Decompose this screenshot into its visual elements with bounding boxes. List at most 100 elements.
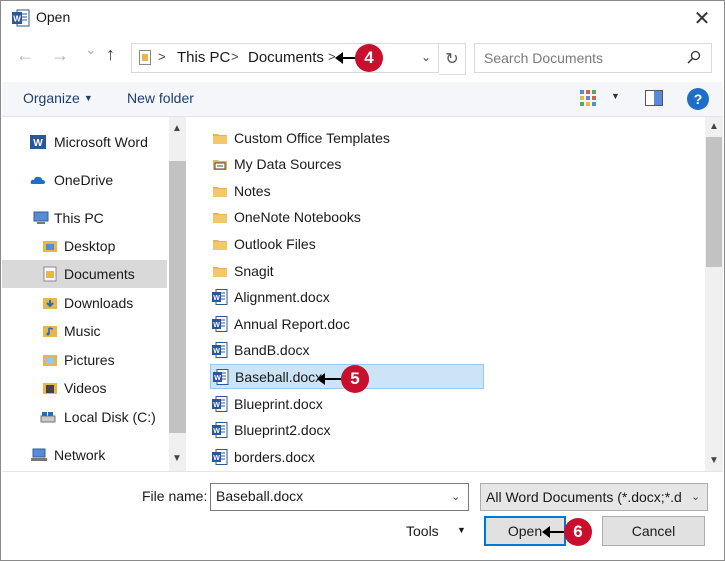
navigation-pane: W Microsoft Word OneDrive This PC Deskto… (2, 117, 186, 471)
desktop-folder-icon (43, 241, 57, 252)
breadcrumb-separator-icon: > (231, 49, 239, 64)
file-type-select[interactable]: All Word Documents (*.docx;*.d ⌄ (480, 483, 708, 511)
scrollbar-thumb[interactable] (706, 137, 722, 267)
sidebar-item-label: OneDrive (54, 172, 114, 188)
close-button[interactable]: ✕ (687, 5, 717, 31)
command-bar: Organize ▼ New folder ▼ ? (2, 82, 723, 117)
folder-icon (212, 209, 228, 225)
breadcrumb-this-pc[interactable]: This PC (177, 49, 230, 66)
sidebar-item-label: Microsoft Word (54, 134, 148, 150)
breadcrumb-documents[interactable]: Documents (248, 49, 324, 66)
refresh-button[interactable]: ↻ (439, 43, 466, 75)
sidebar-item-this-pc[interactable]: This PC (2, 204, 167, 232)
breadcrumb-separator-icon: > (158, 49, 166, 64)
sidebar-item-music[interactable]: Music (2, 317, 167, 345)
sidebar-item-desktop[interactable]: Desktop (2, 232, 167, 260)
scroll-up-icon[interactable]: ▲ (172, 123, 182, 134)
preview-pane-icon[interactable] (645, 90, 663, 106)
scroll-up-icon[interactable]: ▲ (709, 121, 719, 132)
file-row[interactable]: W Blueprint2.docx (210, 418, 484, 443)
file-name: Custom Office Templates (234, 129, 390, 146)
organize-menu[interactable]: Organize ▼ (23, 90, 93, 106)
file-name: BandB.docx (234, 342, 310, 359)
sidebar-item-documents[interactable]: Documents (2, 260, 167, 288)
chevron-down-icon[interactable]: ⌄ (691, 490, 701, 503)
forward-arrow-icon[interactable]: → (51, 45, 69, 66)
cancel-button[interactable]: Cancel (602, 516, 705, 546)
file-name: Outlook Files (234, 235, 316, 252)
documents-folder-icon (139, 50, 151, 65)
file-name: borders.docx (234, 448, 315, 465)
view-options-icon[interactable] (579, 89, 597, 107)
documents-folder-icon (43, 266, 57, 282)
search-input[interactable]: Search Documents (474, 43, 712, 73)
view-options-caret-icon[interactable]: ▼ (611, 91, 620, 101)
callout-5: 5 (341, 365, 369, 393)
new-folder-button[interactable]: New folder (127, 90, 194, 106)
file-name: Blueprint.docx (234, 395, 323, 412)
word-doc-icon: W (212, 422, 228, 439)
file-row[interactable]: Snagit (210, 258, 484, 283)
scroll-down-icon[interactable]: ▼ (172, 453, 182, 464)
sidebar-scrollbar[interactable]: ▲ ▼ (169, 117, 186, 471)
file-row[interactable]: W Annual Report.doc (210, 311, 484, 336)
back-arrow-icon[interactable]: ← (16, 45, 34, 66)
file-name: Blueprint2.docx (234, 422, 331, 439)
svg-text:W: W (213, 428, 220, 435)
file-row[interactable]: OneNote Notebooks (210, 205, 484, 230)
file-row[interactable]: W Blueprint.docx (210, 391, 484, 416)
cloud-icon (30, 176, 45, 184)
folder-icon (212, 183, 228, 199)
svg-text:W: W (213, 402, 220, 409)
address-dropdown-icon[interactable]: ⌄ (421, 50, 431, 64)
folder-icon (212, 263, 228, 279)
file-row[interactable]: W Alignment.docx (210, 285, 484, 310)
videos-folder-icon (43, 383, 57, 394)
sidebar-item-videos[interactable]: Videos (2, 374, 167, 402)
svg-text:W: W (13, 15, 21, 24)
up-arrow-icon[interactable]: ↑ (106, 44, 115, 65)
open-dialog: W Open ✕ ← → ⌄ ↑ > This PC > Documents >… (0, 0, 725, 561)
word-doc-icon: W (213, 368, 229, 385)
sidebar-item-local-disk[interactable]: Local Disk (C:) (2, 403, 167, 431)
file-name: My Data Sources (234, 156, 342, 173)
sidebar-item-downloads[interactable]: Downloads (2, 289, 167, 317)
file-row[interactable]: Notes (210, 178, 484, 203)
file-row[interactable]: Wborders.docx (210, 444, 484, 469)
file-name: Snagit (234, 262, 274, 279)
sidebar-item-network[interactable]: Network (2, 441, 167, 469)
sidebar-item-pictures[interactable]: Pictures (2, 346, 167, 374)
downloads-folder-icon (43, 298, 57, 309)
file-row[interactable]: Outlook Files (210, 231, 484, 256)
word-doc-icon: W (212, 342, 228, 359)
organize-label: Organize (23, 90, 80, 106)
sidebar-item-microsoft-word[interactable]: W Microsoft Word (2, 128, 167, 156)
scroll-down-icon[interactable]: ▼ (709, 455, 719, 466)
network-icon (31, 448, 47, 461)
tools-menu[interactable]: Tools ▼ (399, 517, 475, 545)
folder-icon (212, 130, 228, 146)
chevron-down-icon[interactable]: ⌄ (451, 490, 460, 503)
word-doc-icon: W (212, 448, 228, 465)
data-sources-folder-icon (212, 156, 228, 172)
sidebar-item-label: Music (64, 323, 101, 339)
callout-6: 6 (564, 518, 592, 546)
scrollbar-thumb[interactable] (169, 161, 186, 433)
file-row[interactable]: W BandB.docx (210, 338, 484, 363)
file-name-input[interactable]: Baseball.docx ⌄ (210, 483, 469, 511)
help-icon[interactable]: ? (687, 88, 709, 110)
file-list-scrollbar[interactable]: ▲ ▼ (705, 117, 723, 471)
svg-text:W: W (213, 295, 220, 302)
folder-icon (212, 236, 228, 252)
search-icon (687, 50, 701, 64)
tools-label: Tools (406, 523, 439, 539)
word-doc-icon: W (212, 395, 228, 412)
recent-locations-icon[interactable]: ⌄ (85, 41, 97, 58)
pictures-folder-icon (43, 355, 57, 366)
file-row[interactable]: My Data Sources (210, 152, 484, 177)
sidebar-item-onedrive[interactable]: OneDrive (2, 166, 167, 194)
file-name: Alignment.docx (234, 289, 330, 306)
close-icon: ✕ (693, 7, 711, 30)
file-row[interactable]: Custom Office Templates (210, 125, 484, 150)
address-bar[interactable]: > This PC > Documents > ⌄ (131, 43, 439, 73)
